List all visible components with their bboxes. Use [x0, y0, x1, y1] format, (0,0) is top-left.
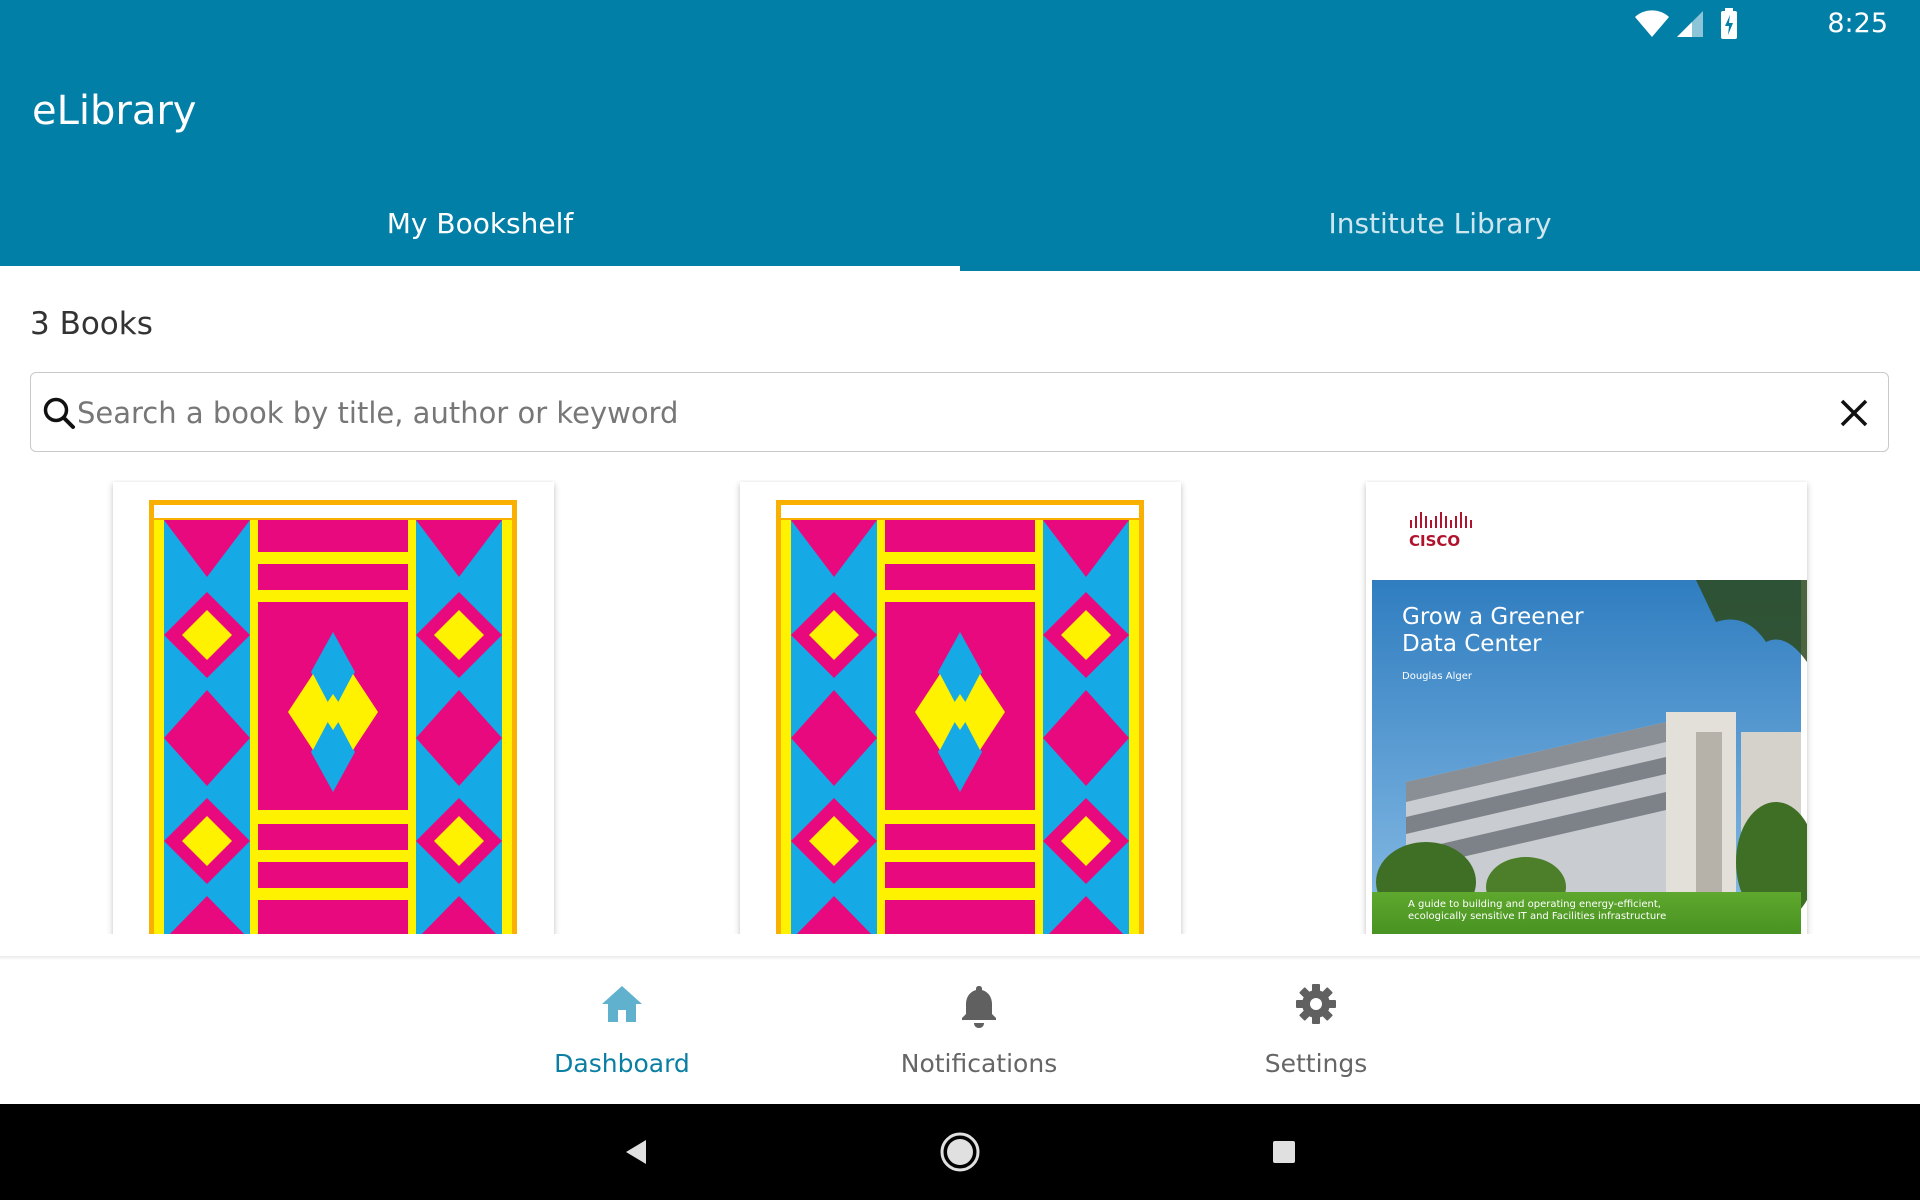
tab-label: Institute Library: [1328, 207, 1552, 240]
book-card[interactable]: [740, 482, 1181, 934]
tab-label: My Bookshelf: [386, 207, 574, 240]
home-icon: [602, 986, 642, 1022]
bottom-navigation: Dashboard Notifications Settings: [0, 960, 1920, 1104]
book-tagline-line2: ecologically sensitive IT and Facilities…: [1408, 911, 1666, 922]
status-time: 8:25: [1827, 8, 1888, 39]
nav-label: Dashboard: [554, 1049, 690, 1078]
book-title-line1: Grow a Greener: [1402, 604, 1584, 630]
tab-institute-library[interactable]: Institute Library: [960, 190, 1920, 271]
bookshelf-grid: CISCO Grow a Greener Data Center Douglas…: [0, 480, 1920, 934]
search-icon: [43, 397, 75, 429]
home-circle-icon[interactable]: [938, 1130, 982, 1174]
book-card[interactable]: [113, 482, 554, 934]
nav-notifications[interactable]: Notifications: [879, 960, 1079, 1104]
nav-label: Settings: [1264, 1049, 1368, 1078]
book-cover-pattern: [776, 500, 1144, 934]
book-cover-photo: CISCO Grow a Greener Data Center Douglas…: [1366, 482, 1807, 934]
book-title-line2: Data Center: [1402, 631, 1542, 657]
nav-label: Notifications: [900, 1049, 1058, 1078]
book-tagline-line1: A guide to building and operating energy…: [1408, 899, 1661, 910]
back-icon[interactable]: [614, 1130, 658, 1174]
tab-my-bookshelf[interactable]: My Bookshelf: [0, 190, 960, 271]
app-bar: 8:25 eLibrary My Bookshelf Institute Lib…: [0, 0, 1920, 271]
svg-text:CISCO: CISCO: [1409, 532, 1460, 550]
nav-settings[interactable]: Settings: [1216, 960, 1416, 1104]
gear-icon: [1296, 984, 1336, 1024]
app-title: eLibrary: [32, 88, 197, 134]
bell-icon: [962, 986, 996, 1028]
recents-icon[interactable]: [1262, 1130, 1306, 1174]
system-navigation-bar: [0, 1104, 1920, 1200]
signal-icon: [1677, 11, 1703, 37]
status-bar: 8:25: [1520, 0, 1920, 50]
book-author: Douglas Alger: [1402, 671, 1473, 682]
tab-bar: My Bookshelf Institute Library: [0, 190, 1920, 271]
battery-charging-icon: [1721, 8, 1737, 39]
wifi-icon: [1635, 10, 1669, 37]
close-icon[interactable]: [1832, 391, 1876, 435]
nav-dashboard[interactable]: Dashboard: [522, 960, 722, 1104]
active-tab-indicator: [0, 266, 960, 271]
book-cover-pattern: [149, 500, 517, 934]
search-bar: [30, 372, 1889, 452]
search-input[interactable]: [77, 385, 1817, 441]
book-card[interactable]: CISCO Grow a Greener Data Center Douglas…: [1366, 482, 1807, 934]
book-count: 3 Books: [30, 306, 153, 342]
